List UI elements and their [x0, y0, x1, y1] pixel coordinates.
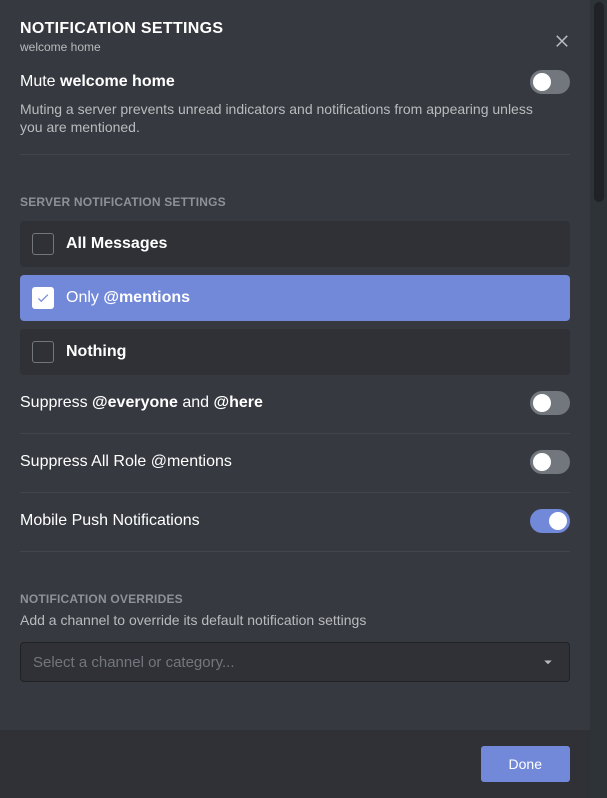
mute-label: Mute welcome home	[20, 73, 175, 91]
option-label: All Messages	[66, 235, 167, 253]
option-all-messages[interactable]: All Messages	[20, 221, 570, 267]
label-bold: @everyone	[92, 394, 178, 411]
close-icon	[553, 31, 571, 49]
checkbox-icon	[32, 341, 54, 363]
server-notif-header: SERVER NOTIFICATION SETTINGS	[20, 195, 570, 209]
done-button[interactable]: Done	[481, 746, 570, 782]
suppress-roles-toggle[interactable]	[530, 450, 570, 474]
toggle-knob	[533, 453, 551, 471]
suppress-everyone-row: Suppress @everyone and @here	[20, 391, 570, 415]
channel-select[interactable]: Select a channel or category...	[20, 642, 570, 682]
modal-header: NOTIFICATION SETTINGS welcome home	[20, 20, 570, 54]
mute-label-server: welcome home	[60, 73, 175, 90]
checkbox-icon	[32, 287, 54, 309]
suppress-roles-row: Suppress All Role @mentions	[20, 450, 570, 474]
modal-footer: Done	[0, 730, 590, 798]
option-label-prefix: Only	[66, 289, 103, 306]
option-label: Nothing	[66, 343, 126, 361]
divider	[20, 551, 570, 552]
modal-subtitle: welcome home	[20, 40, 540, 54]
select-placeholder: Select a channel or category...	[33, 654, 235, 671]
notification-settings-modal: NOTIFICATION SETTINGS welcome home Mute …	[0, 0, 590, 798]
mobile-push-label: Mobile Push Notifications	[20, 512, 200, 530]
label-text: and	[178, 394, 214, 411]
option-label: Only @mentions	[66, 289, 190, 307]
outer-scrollbar-thumb[interactable]	[594, 2, 604, 202]
suppress-everyone-toggle[interactable]	[530, 391, 570, 415]
chevron-down-icon	[539, 653, 557, 671]
mute-description: Muting a server prevents unread indicato…	[20, 100, 570, 136]
divider	[20, 154, 570, 155]
mobile-push-row: Mobile Push Notifications	[20, 509, 570, 533]
overrides-description: Add a channel to override its default no…	[20, 612, 570, 628]
outer-scrollbar-track[interactable]	[590, 0, 607, 798]
divider	[20, 433, 570, 434]
option-nothing[interactable]: Nothing	[20, 329, 570, 375]
label-text: Suppress	[20, 394, 92, 411]
checkbox-icon	[32, 233, 54, 255]
mute-label-prefix: Mute	[20, 73, 60, 90]
option-label-bold: @mentions	[103, 289, 190, 306]
divider	[20, 492, 570, 493]
mute-row: Mute welcome home	[20, 70, 570, 94]
mute-toggle[interactable]	[530, 70, 570, 94]
toggle-knob	[533, 73, 551, 91]
notification-level-group: All Messages Only @mentions Nothing	[20, 221, 570, 375]
option-only-mentions[interactable]: Only @mentions	[20, 275, 570, 321]
close-button[interactable]	[550, 28, 574, 52]
toggle-knob	[549, 512, 567, 530]
suppress-everyone-label: Suppress @everyone and @here	[20, 394, 263, 412]
toggle-knob	[533, 394, 551, 412]
modal-scroll-area: NOTIFICATION SETTINGS welcome home Mute …	[0, 0, 590, 730]
overrides-header: NOTIFICATION OVERRIDES	[20, 592, 570, 606]
label-bold: @here	[214, 394, 263, 411]
suppress-roles-label: Suppress All Role @mentions	[20, 453, 232, 471]
mobile-push-toggle[interactable]	[530, 509, 570, 533]
modal-title: NOTIFICATION SETTINGS	[20, 20, 540, 38]
